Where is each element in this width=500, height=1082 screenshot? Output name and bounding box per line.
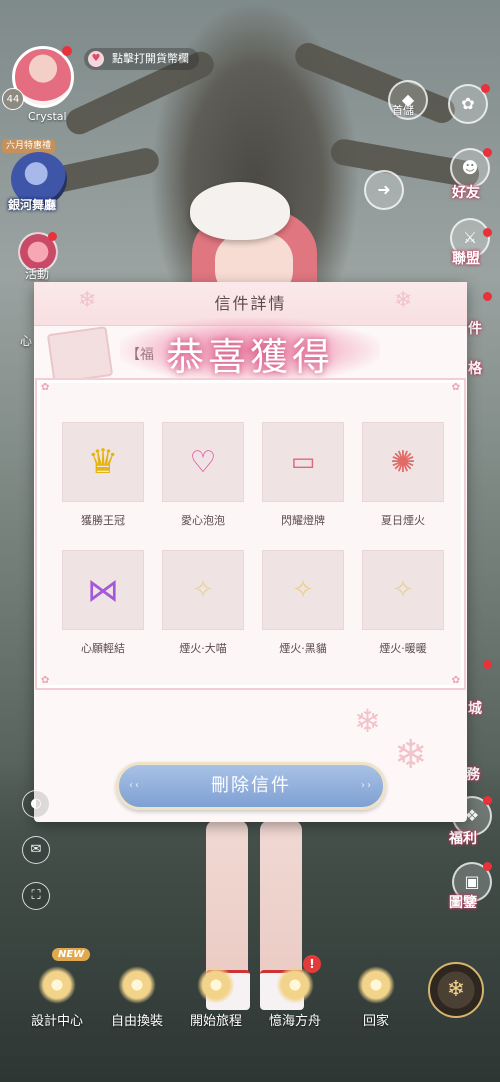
mail-notification-dot [483, 292, 492, 301]
reward-item[interactable]: ✺ 夏日煙火 [362, 422, 444, 528]
chat-icon[interactable]: ✉ [22, 836, 50, 864]
codex-label: 圖鑒 [449, 895, 477, 911]
reward-item[interactable]: ♡ 愛心泡泡 [162, 422, 244, 528]
friends-label: 好友 [452, 185, 480, 201]
delete-mail-label: 刪除信件 [211, 775, 291, 796]
mail-title: 信件詳情 [214, 294, 287, 313]
nav-label: 回家 [362, 1014, 389, 1029]
reward-item[interactable]: ✧ 煙火·黑貓 [262, 550, 344, 656]
reward-item-name: 閃耀燈牌 [281, 514, 325, 527]
nav-start-journey[interactable]: 開始旅程 [181, 966, 251, 1029]
start-journey-icon [197, 966, 235, 1004]
firework-nuan-icon: ✧ [392, 575, 414, 605]
nav-home[interactable]: 回家 [341, 966, 411, 1029]
firework-cat-icon: ✧ [192, 575, 214, 605]
reward-item-name: 煙火·黑貓 [279, 642, 327, 655]
expand-arrow-icon[interactable]: ➜ [364, 170, 404, 210]
corner-deco-icon: ✿ [41, 675, 50, 686]
character-beret [190, 182, 290, 240]
nav-free-dressup[interactable]: 自由換裝 [102, 966, 172, 1029]
welfare-notification-dot [483, 796, 492, 805]
delete-mail-button[interactable]: ‹‹ 刪除信件 ›› [116, 762, 386, 810]
nav-label: 自由換裝 [110, 1014, 163, 1029]
activity-label: 活動 [25, 267, 50, 281]
new-badge: NEW [52, 948, 91, 961]
city-notification-dot [483, 660, 492, 669]
reward-item[interactable]: ✧ 煙火·暖暖 [362, 550, 444, 656]
avatar-notification-dot [62, 46, 72, 56]
alliance-label: 聯盟 [452, 251, 480, 267]
bow-icon: ⋈ [87, 571, 119, 609]
player-name: Crystal [28, 110, 67, 123]
nav-label: 憶海方舟 [268, 1014, 321, 1029]
memory-ark-icon [276, 966, 314, 1004]
reward-item-name: 煙火·大喵 [179, 642, 227, 655]
nav-label: 設計中心 [30, 1014, 83, 1029]
side-icon[interactable]: ◐ [22, 790, 50, 818]
reward-item-name: 獲勝王冠 [81, 514, 125, 527]
alliance-notification-dot [483, 228, 492, 237]
reward-item-name: 夏日煙火 [381, 514, 425, 527]
reward-item-name: 心願輕結 [81, 642, 125, 655]
heart-bubble-icon: ♡ [189, 444, 217, 480]
light-sign-icon: ▭ [290, 447, 316, 477]
flower-decoration-icon: ❄ [394, 732, 428, 778]
corner-deco-icon: ✿ [451, 675, 460, 686]
activity-notification-dot [48, 232, 57, 241]
corner-deco-icon: ✿ [41, 382, 50, 393]
heart-icon: ♥ [88, 51, 104, 67]
snowflake-camera-icon[interactable]: ❄ [428, 962, 484, 1018]
nav-memory-ark[interactable]: 憶海方舟 [260, 966, 330, 1029]
welfare-label: 福利 [449, 831, 477, 847]
crown-icon: ♛ [87, 442, 119, 482]
first-purchase-label: 首儲 [392, 104, 414, 117]
settings-notification-dot [481, 84, 490, 93]
corner-deco-icon: ✿ [451, 382, 460, 393]
friends-notification-dot [483, 148, 492, 157]
nav-label: 開始旅程 [189, 1014, 242, 1029]
fullscreen-icon[interactable]: ⛶ [22, 882, 50, 910]
codex-notification-dot [483, 862, 492, 871]
reward-item[interactable]: ▭ 閃耀燈牌 [262, 422, 344, 528]
firework-icon: ✺ [390, 444, 416, 480]
free-dressup-icon [118, 966, 156, 1004]
design-center-icon [38, 966, 76, 1004]
reward-item[interactable]: ⋈ 心願輕結 [62, 550, 144, 656]
flower-decoration-icon: ❄ [354, 702, 381, 740]
reward-item[interactable]: ✧ 煙火·大喵 [162, 550, 244, 656]
home-icon [357, 966, 395, 1004]
reward-item-name: 煙火·暖暖 [379, 642, 427, 655]
galaxy-ballroom-label: 銀河舞廳 [8, 198, 57, 212]
june-offer-tag: 六月特惠禮 [2, 139, 56, 153]
congrats-title: 恭喜獲得 [165, 335, 334, 379]
player-level: 44 [2, 88, 24, 110]
tasks-label: 務 [466, 767, 480, 783]
reward-item[interactable]: ♛ 獲勝王冠 [62, 422, 144, 528]
reward-item-name: 愛心泡泡 [181, 514, 225, 527]
firework-black-cat-icon: ✧ [292, 575, 314, 605]
nav-design-center[interactable]: 設計中心 [22, 966, 92, 1029]
city-label: 城 [468, 701, 482, 717]
